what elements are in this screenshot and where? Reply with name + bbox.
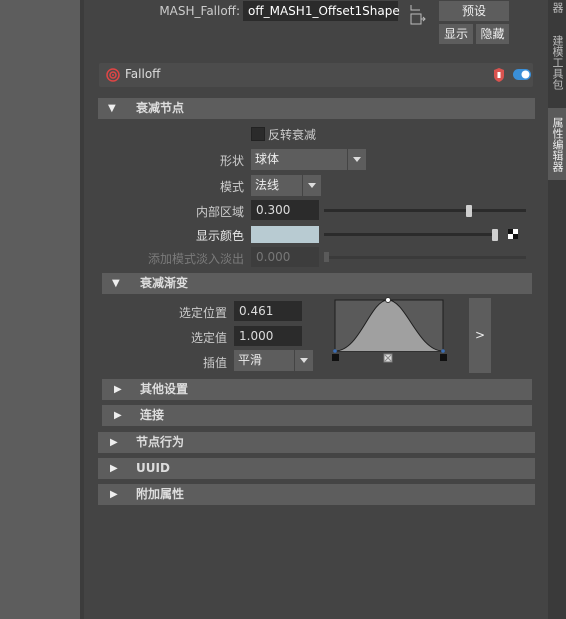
expand-triangle-icon: ▼ <box>108 103 116 114</box>
expand-triangle-icon: ▼ <box>112 278 120 289</box>
additive-fade-field: 0.000 <box>251 247 319 267</box>
display-color-label: 显示颜色 <box>195 229 244 243</box>
copy-tab-icon[interactable] <box>410 12 426 26</box>
interpolation-dropdown[interactable]: 平滑 <box>234 350 294 371</box>
hide-button[interactable]: 隐藏 <box>476 24 509 44</box>
mash-falloff-name-field[interactable]: off_MASH1_Offset1Shape <box>243 1 400 21</box>
inner-area-field[interactable]: 0.300 <box>251 200 319 220</box>
expand-ramp-button[interactable]: > <box>469 298 491 373</box>
additive-fade-slider-track <box>324 256 526 259</box>
collapsed-triangle-icon: ▶ <box>110 489 118 500</box>
mash-falloff-label: MASH_Falloff: <box>159 4 240 18</box>
tab-editor-partial[interactable]: 器 <box>548 0 566 14</box>
shape-dropdown[interactable]: 球体 <box>251 149 347 170</box>
falloff-node-icon <box>106 68 120 82</box>
inner-area-slider-handle[interactable] <box>465 205 472 217</box>
additive-fade-label: 添加模式淡入淡出 <box>147 252 244 266</box>
collapsed-triangle-icon: ▶ <box>110 437 118 448</box>
invert-falloff-checkbox[interactable] <box>251 127 265 141</box>
section-node-behavior[interactable]: ▶ 节点行为 <box>98 432 535 453</box>
enable-toggle-icon[interactable] <box>513 69 531 80</box>
section-other-settings[interactable]: ▶ 其他设置 <box>102 379 532 400</box>
node-title: Falloff <box>125 67 161 81</box>
section-uuid[interactable]: ▶ UUID <box>98 458 535 479</box>
section-falloff-node[interactable]: ▼ 衰减节点 <box>98 98 535 119</box>
chevron-down-icon[interactable] <box>347 149 366 170</box>
shape-label: 形状 <box>219 154 244 168</box>
inner-area-slider-track[interactable] <box>324 209 526 212</box>
mode-label: 模式 <box>219 180 244 194</box>
chevron-down-icon[interactable] <box>294 350 313 371</box>
focus-icon[interactable] <box>410 0 424 11</box>
additive-fade-slider-handle <box>324 252 329 262</box>
collapsed-triangle-icon: ▶ <box>114 410 122 421</box>
tab-attribute-editor[interactable]: 属性编辑器 <box>548 108 566 180</box>
display-color-slider-handle[interactable] <box>492 229 498 241</box>
selected-position-label: 选定位置 <box>178 306 227 320</box>
interpolation-label: 插值 <box>202 356 227 370</box>
right-tab-strip: 器 建模工具包 属性编辑器 <box>548 0 566 619</box>
checker-map-icon[interactable] <box>508 228 518 239</box>
selected-position-field[interactable]: 0.461 <box>234 301 302 321</box>
display-color-swatch[interactable] <box>251 226 319 243</box>
viewport-edge <box>0 0 80 619</box>
section-connections[interactable]: ▶ 连接 <box>102 405 532 426</box>
node-header: Falloff <box>99 63 533 87</box>
chevron-down-icon[interactable] <box>302 175 321 196</box>
section-falloff-ramp[interactable]: ▼ 衰减渐变 <box>102 273 532 294</box>
mash-shield-icon[interactable] <box>493 68 505 82</box>
falloff-ramp-graph[interactable] <box>325 296 455 368</box>
invert-falloff-label: 反转衰减 <box>268 128 317 142</box>
show-button[interactable]: 显示 <box>439 24 473 44</box>
tab-modeling-toolkit[interactable]: 建模工具包 <box>548 22 566 102</box>
attribute-editor-panel: MASH_Falloff: off_MASH1_Offset1Shape 预设 … <box>84 0 548 619</box>
selected-value-field[interactable]: 1.000 <box>234 326 302 346</box>
preset-button[interactable]: 预设 <box>439 1 509 21</box>
inner-area-label: 内部区域 <box>195 205 244 219</box>
collapsed-triangle-icon: ▶ <box>114 384 122 395</box>
selected-value-label: 选定值 <box>190 331 227 345</box>
section-extra-attributes[interactable]: ▶ 附加属性 <box>98 484 535 505</box>
display-color-slider-track[interactable] <box>324 233 498 236</box>
mode-dropdown[interactable]: 法线 <box>251 175 302 196</box>
collapsed-triangle-icon: ▶ <box>110 463 118 474</box>
